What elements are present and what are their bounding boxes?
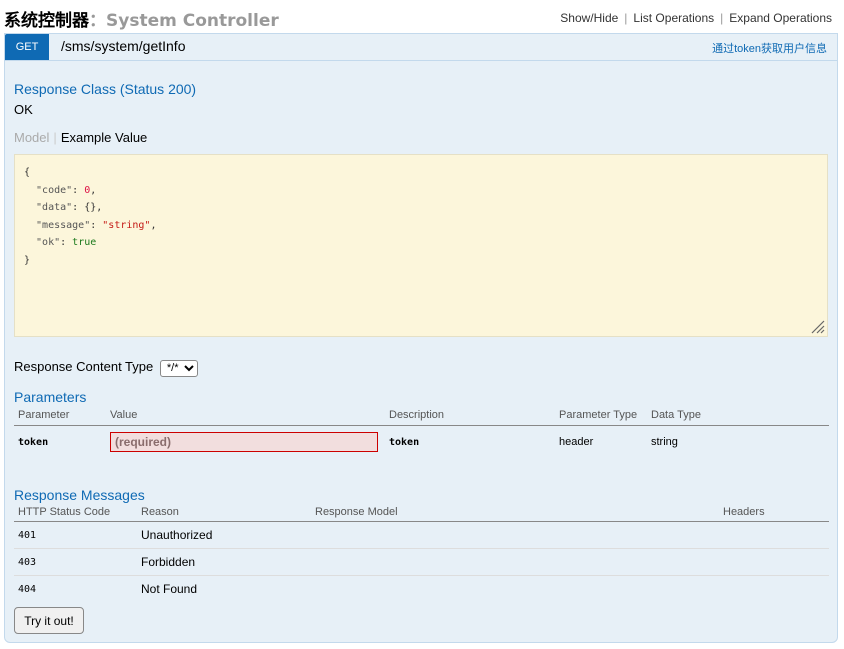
response-model-cell [311, 576, 719, 603]
json-line: "message": "string", [24, 219, 157, 231]
parameter-name: token [18, 436, 49, 448]
response-model-cell [311, 521, 719, 549]
response-message-row: 404 Not Found [14, 576, 829, 603]
list-operations-link[interactable]: List Operations [633, 11, 714, 25]
resource-options: Show/Hide | List Operations | Expand Operati… [560, 11, 832, 25]
json-line: "ok": true [24, 237, 97, 248]
json-key: "message" [24, 219, 91, 231]
status-reason: Forbidden [137, 548, 311, 576]
resource-title-separator: ： [89, 11, 106, 31]
col-description: Description [385, 409, 555, 426]
response-class-title: Response Class (Status 200) [14, 81, 197, 97]
parameter-data-type: string [651, 436, 678, 448]
resource-title-en: System Controller [106, 11, 279, 31]
json-value: "string" [102, 219, 151, 231]
parameter-row: token token header string [14, 426, 829, 459]
model-tabs: Model | Example Value [14, 130, 147, 145]
headers-cell [719, 521, 829, 549]
expand-operations-link[interactable]: Expand Operations [729, 11, 832, 25]
tab-divider: | [53, 130, 57, 145]
operation-panel: GET /sms/system/getInfo 通过token获取用户信息 Re… [4, 33, 838, 643]
status-code: 404 [18, 583, 37, 595]
tab-example-value[interactable]: Example Value [61, 130, 147, 145]
col-http-status-code: HTTP Status Code [14, 506, 137, 522]
resize-grip-icon[interactable] [809, 318, 825, 334]
content-type-select[interactable]: */* [159, 359, 198, 377]
resource-heading: 系统控制器：System Controller Show/Hide | List O… [4, 4, 840, 32]
resource-title-cn: 系统控制器 [4, 11, 89, 31]
content-type-label: Response Content Type [14, 359, 154, 374]
response-model-cell [311, 548, 719, 576]
response-content-type: Response Content Type */* [14, 359, 198, 377]
response-message-row: 401 Unauthorized [14, 521, 829, 549]
status-code: 403 [14, 548, 137, 576]
col-response-model: Response Model [311, 506, 719, 522]
try-it-out-button[interactable]: Try it out! [14, 607, 84, 634]
operation-header[interactable]: GET /sms/system/getInfo 通过token获取用户信息 [5, 34, 837, 61]
status-reason: Not Found [141, 582, 198, 597]
col-headers: Headers [719, 506, 829, 522]
json-key: "code" [24, 184, 73, 196]
json-line: } [24, 252, 827, 270]
json-value: true [72, 237, 97, 248]
operation-summary[interactable]: 通过token获取用户信息 [712, 40, 827, 56]
status-code: 401 [14, 521, 137, 549]
operation-path[interactable]: /sms/system/getInfo [61, 38, 185, 54]
col-reason: Reason [137, 506, 311, 522]
status-reason: Unauthorized [137, 521, 311, 549]
col-value: Value [106, 409, 385, 426]
response-class-description: OK [14, 102, 33, 117]
example-value-box[interactable]: { "code": 0, "data": {}, "message": "str… [14, 154, 828, 337]
json-line: { [24, 164, 827, 182]
parameter-value-cell [106, 426, 385, 459]
json-line: "data": {}, [24, 202, 103, 213]
json-value: 0 [84, 184, 91, 196]
json-brace-open: { [24, 167, 31, 178]
col-parameter-type: Parameter Type [555, 409, 647, 426]
col-data-type: Data Type [647, 409, 829, 426]
parameters-header-row: Parameter Value Description Parameter Ty… [14, 409, 829, 426]
json-key: "ok" [24, 237, 61, 248]
parameters-title: Parameters [14, 389, 87, 405]
parameter-description: token [389, 436, 420, 448]
headers-cell [719, 576, 829, 603]
options-divider: | [624, 11, 628, 25]
parameters-table: Parameter Value Description Parameter Ty… [14, 409, 829, 458]
tab-model[interactable]: Model [14, 130, 49, 145]
resource-title[interactable]: 系统控制器：System Controller [4, 6, 279, 31]
json-line: "code": 0, [24, 184, 97, 196]
col-parameter: Parameter [14, 409, 106, 426]
response-message-row: 403 Forbidden [14, 548, 829, 576]
http-method-badge[interactable]: GET [5, 34, 49, 60]
show-hide-link[interactable]: Show/Hide [560, 11, 618, 25]
response-messages-title: Response Messages [14, 487, 145, 503]
response-messages-table: HTTP Status Code Reason Response Model H… [14, 506, 829, 603]
json-value: {} [84, 202, 97, 213]
json-brace-close: } [24, 254, 31, 266]
json-key: "data" [24, 202, 73, 213]
headers-cell [719, 548, 829, 576]
parameter-type: header [559, 436, 594, 448]
options-divider: | [720, 11, 724, 25]
messages-header-row: HTTP Status Code Reason Response Model H… [14, 506, 829, 522]
token-input[interactable] [110, 432, 378, 452]
